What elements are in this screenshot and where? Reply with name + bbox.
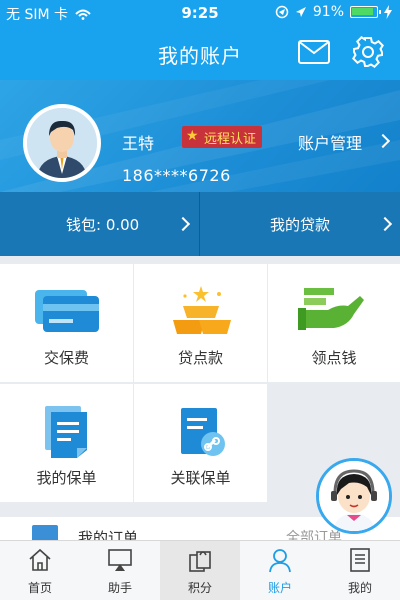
tab-account[interactable]: 账户: [240, 541, 320, 600]
gold-bars-icon: [172, 286, 231, 334]
customer-service-button[interactable]: [316, 458, 392, 534]
gear-icon[interactable]: [352, 36, 384, 68]
mail-icon[interactable]: [298, 40, 330, 64]
account-management-label: 账户管理: [298, 134, 363, 153]
location-icon: [275, 5, 289, 19]
grid-item-label: 交保费: [43, 349, 89, 367]
profile-header: 王特 ★ 远程认证 账户管理 186****6726: [0, 80, 400, 192]
remote-verified-badge[interactable]: ★ 远程认证: [182, 126, 263, 148]
my-loans-button[interactable]: 我的贷款: [200, 192, 400, 256]
tab-label: 积分: [187, 581, 212, 595]
grid-item-get-cash[interactable]: 领点钱: [268, 264, 400, 382]
battery-icon: [350, 6, 381, 18]
chevron-right-icon: [175, 216, 191, 232]
grid-item-label: 我的保单: [36, 469, 97, 487]
grid-item-label: 贷点款: [177, 349, 223, 367]
grid-item-label: 领点钱: [311, 349, 357, 367]
tab-label: 助手: [107, 581, 132, 595]
customer-service-agent-icon: [319, 461, 389, 531]
tab-label: 我的: [347, 581, 372, 595]
grid-item-loan[interactable]: 贷点款: [134, 264, 267, 382]
status-bar: 无 SIM 卡 9:25 91%: [0, 0, 400, 26]
shopping-bag-icon: [189, 551, 211, 572]
card-payment-icon: [34, 290, 99, 332]
chevron-right-icon: [377, 216, 393, 232]
user-name: 王特: [122, 134, 155, 153]
phone-number: 186****6726: [122, 166, 231, 185]
tab-label: 账户: [267, 581, 292, 595]
tab-home[interactable]: 首页: [0, 541, 80, 600]
battery-fill: [352, 8, 373, 15]
grid-item-label: 关联保单: [170, 469, 231, 487]
wallet-button[interactable]: 钱包: 0.00: [0, 192, 199, 256]
tab-bar: 首页 助手 积分 账户 我的: [0, 540, 400, 600]
linked-policy-icon: [180, 408, 225, 456]
wallet-label: 钱包: 0.00: [66, 216, 140, 234]
tab-mine[interactable]: 我的: [320, 541, 400, 600]
document-list-icon: [350, 548, 370, 572]
person-icon: [269, 549, 291, 573]
grid-item-my-policies[interactable]: 我的保单: [0, 384, 133, 502]
page-title: 我的账户: [158, 44, 242, 68]
tab-label: 首页: [27, 581, 52, 595]
policy-document-icon: [44, 406, 87, 458]
charging-icon: [384, 5, 392, 19]
airplay-icon: [108, 549, 132, 571]
grid-item-pay-premium[interactable]: 交保费: [0, 264, 133, 382]
badge-label: 远程认证: [204, 132, 257, 147]
status-right: 91%: [275, 4, 392, 20]
user-avatar-icon: [27, 108, 97, 178]
tab-points[interactable]: 积分: [160, 541, 240, 600]
navigation-icon: [295, 7, 306, 17]
wallet-loans-bar: 钱包: 0.00 我的贷款: [0, 192, 400, 256]
account-management-link[interactable]: 账户管理: [298, 130, 362, 154]
cash-hand-icon: [298, 288, 364, 330]
tab-assistant[interactable]: 助手: [80, 541, 160, 600]
star-icon: ★: [186, 128, 199, 144]
nav-bar: 我的账户: [0, 26, 400, 80]
my-loans-label: 我的贷款: [270, 216, 331, 234]
battery-percent: 91%: [312, 4, 344, 20]
home-icon: [29, 548, 51, 571]
avatar[interactable]: [23, 104, 101, 182]
grid-item-linked-policies[interactable]: 关联保单: [134, 384, 267, 502]
